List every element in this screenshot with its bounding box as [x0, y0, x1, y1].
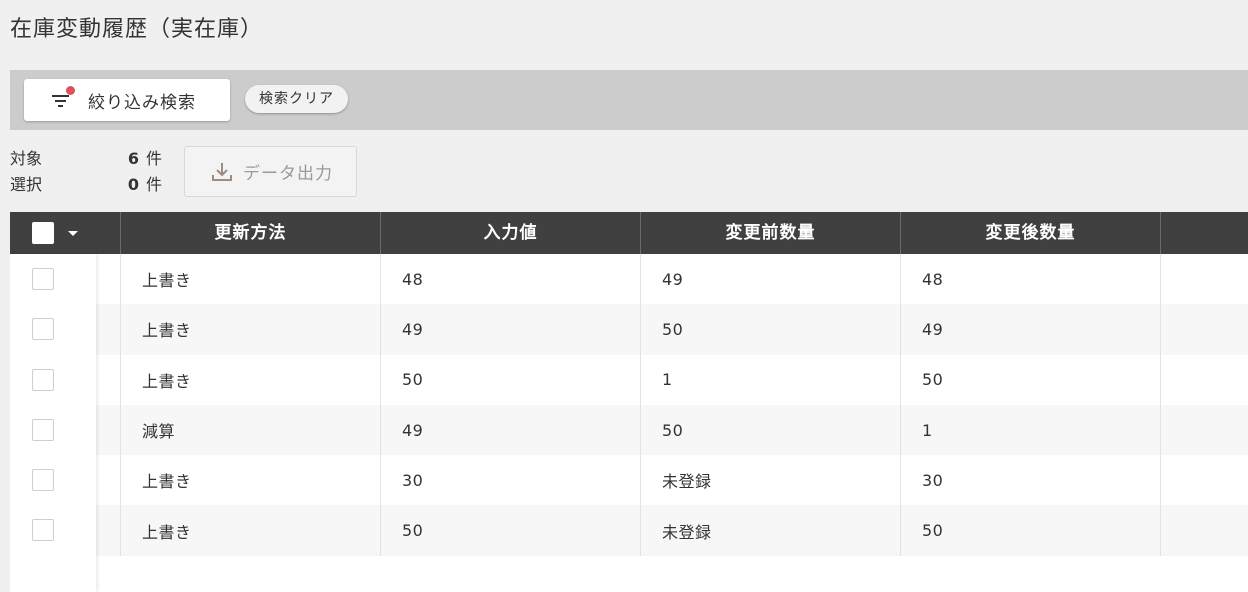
cell-next: [1160, 404, 1248, 456]
select-all-checkbox[interactable]: [32, 222, 54, 244]
table-row[interactable]: 減算 49 50 1: [10, 404, 1248, 456]
cell-input-value: 49: [380, 404, 640, 456]
table-row[interactable]: 上書き 50 未登録 50: [10, 505, 1248, 556]
table-body: 上書き 48 49 48 上書き 49 50 49 上書き 50 1 50 減算…: [10, 254, 1248, 556]
column-header-update-method[interactable]: 更新方法: [120, 212, 380, 254]
cell-update-method: 上書き: [120, 254, 380, 305]
column-header-next[interactable]: [1160, 212, 1248, 254]
selected-count-label: 選択: [10, 175, 43, 194]
cell-quantity-after: 1: [900, 404, 1160, 456]
row-checkbox[interactable]: [32, 268, 54, 290]
select-all-cell: [10, 212, 96, 254]
data-export-label: データ出力: [243, 164, 333, 184]
table-row[interactable]: 上書き 50 1 50: [10, 354, 1248, 405]
cell-update-method: 上書き: [120, 304, 380, 355]
table-row[interactable]: 上書き 30 未登録 30: [10, 455, 1248, 506]
table-row[interactable]: 上書き 48 49 48: [10, 254, 1248, 305]
result-counts: 対象 6 件 選択 0 件: [10, 146, 162, 198]
column-header-quantity-after[interactable]: 変更後数量: [900, 212, 1160, 254]
cell-quantity-before: 1: [640, 354, 900, 405]
cell-input-value: 50: [380, 505, 640, 556]
download-icon: [212, 162, 232, 181]
cell-update-method: 上書き: [120, 505, 380, 556]
target-count-row: 対象 6 件: [10, 146, 162, 172]
cell-quantity-after: 50: [900, 354, 1160, 405]
page-title: 在庫変動履歴（実在庫）: [10, 17, 264, 42]
cell-next: [1160, 505, 1248, 556]
filter-search-label: 絞り込み検索: [88, 92, 196, 113]
row-checkbox[interactable]: [32, 418, 54, 441]
target-count-label: 対象: [10, 149, 43, 168]
cell-input-value: 50: [380, 354, 640, 405]
row-checkbox[interactable]: [32, 318, 54, 341]
row-checkbox[interactable]: [32, 469, 54, 492]
table-header: 更新方法 入力値 変更前数量 変更後数量: [10, 212, 1248, 254]
cell-quantity-before: 50: [640, 304, 900, 355]
cell-quantity-before: 未登録: [640, 505, 900, 556]
cell-quantity-before: 未登録: [640, 455, 900, 506]
selected-count-row: 選択 0 件: [10, 172, 162, 198]
selected-count-value: 0: [127, 175, 139, 194]
cell-quantity-after: 49: [900, 304, 1160, 355]
cell-update-method: 上書き: [120, 455, 380, 506]
table-row[interactable]: 上書き 49 50 49: [10, 304, 1248, 355]
caret-down-icon[interactable]: [68, 231, 78, 236]
target-count-unit: 件: [146, 149, 163, 168]
cell-next: [1160, 354, 1248, 405]
cell-quantity-before: 49: [640, 254, 900, 305]
column-header-quantity-before[interactable]: 変更前数量: [640, 212, 900, 254]
target-count-value: 6: [127, 149, 139, 168]
row-checkbox[interactable]: [32, 368, 54, 391]
cell-update-method: 上書き: [120, 354, 380, 405]
selected-count-unit: 件: [146, 175, 163, 194]
cell-input-value: 49: [380, 304, 640, 355]
column-header-input-value[interactable]: 入力値: [380, 212, 640, 254]
history-table: 更新方法 入力値 変更前数量 変更後数量 上書き 48 49 48 上書き 49…: [10, 212, 1248, 592]
search-toolbar: 絞り込み検索 検索クリア: [10, 70, 1248, 130]
cell-next: [1160, 254, 1248, 305]
filter-icon: [52, 86, 75, 108]
cell-quantity-before: 50: [640, 404, 900, 456]
clear-search-button[interactable]: 検索クリア: [245, 85, 348, 113]
filter-active-dot: [66, 86, 75, 95]
cell-quantity-after: 50: [900, 505, 1160, 556]
cell-next: [1160, 455, 1248, 506]
cell-quantity-after: 30: [900, 455, 1160, 506]
cell-quantity-after: 48: [900, 254, 1160, 305]
cell-input-value: 48: [380, 254, 640, 305]
table-empty-area: [10, 556, 1248, 592]
cell-next: [1160, 304, 1248, 355]
cell-update-method: 減算: [120, 404, 380, 456]
data-export-button[interactable]: データ出力: [184, 146, 357, 197]
filter-search-button[interactable]: 絞り込み検索: [24, 79, 230, 121]
row-checkbox[interactable]: [32, 519, 54, 542]
cell-input-value: 30: [380, 455, 640, 506]
